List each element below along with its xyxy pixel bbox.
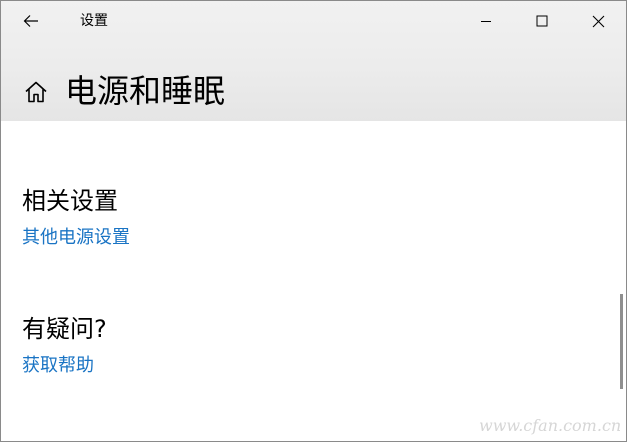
maximize-icon — [536, 15, 548, 27]
back-button[interactable] — [1, 1, 61, 41]
minimize-button[interactable] — [458, 1, 514, 41]
maximize-button[interactable] — [514, 1, 570, 41]
page-title: 电源和睡眠 — [65, 72, 226, 110]
title-bar[interactable]: 设置 — [1, 1, 626, 41]
close-button[interactable] — [570, 1, 626, 41]
vertical-scrollbar[interactable] — [620, 294, 623, 389]
content-area: 相关设置 其他电源设置 有疑问? 获取帮助 — [1, 121, 621, 441]
app-title: 设置 — [80, 13, 108, 29]
related-settings-heading: 相关设置 — [22, 187, 118, 215]
get-help-link[interactable]: 获取帮助 — [22, 354, 94, 378]
window-chrome: 设置 电源和睡眠 — [1, 1, 626, 121]
back-arrow-icon — [23, 15, 38, 27]
other-power-settings-link[interactable]: 其他电源设置 — [22, 226, 130, 250]
minimize-icon — [481, 21, 491, 22]
settings-window: 设置 电源和睡眠 相关设置 其他电源设置 有疑问? 获取帮助 www.cfan.… — [0, 0, 627, 442]
watermark: www.cfan.com.cn — [479, 416, 622, 435]
close-icon — [592, 15, 604, 27]
home-icon — [25, 81, 47, 103]
home-button[interactable] — [23, 79, 49, 105]
have-a-question-heading: 有疑问? — [22, 315, 107, 343]
page-header: 电源和睡眠 — [1, 63, 601, 119]
